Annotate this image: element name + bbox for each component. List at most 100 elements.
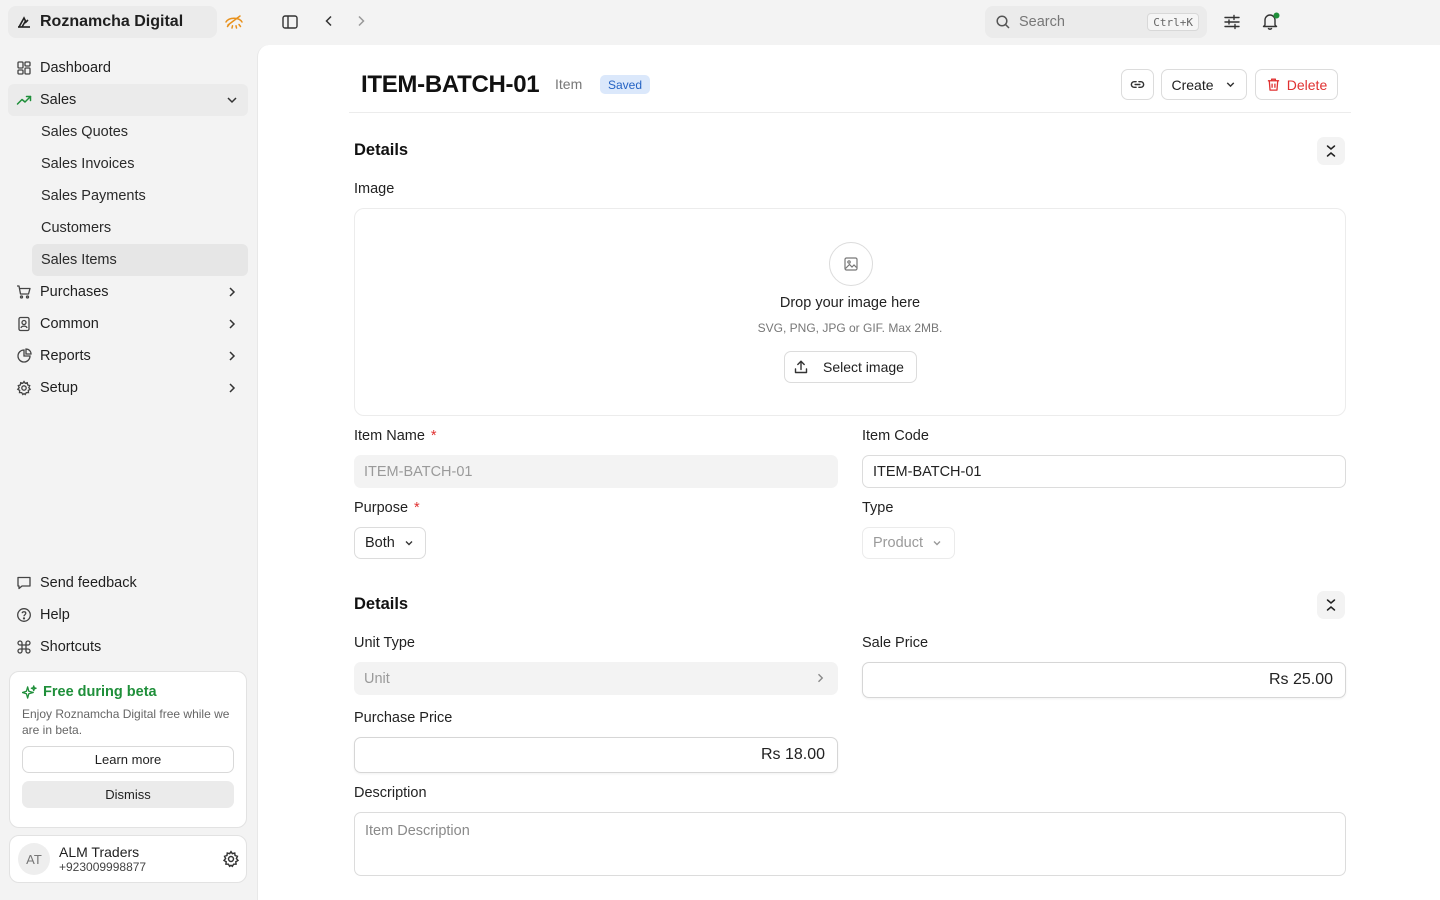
sidebar-subitem-sales-payments[interactable]: Sales Payments <box>32 180 248 212</box>
sidebar-item-dashboard[interactable]: Dashboard <box>8 52 248 84</box>
header-divider <box>349 112 1351 113</box>
drop-title: Drop your image here <box>779 295 921 311</box>
avatar: AT <box>18 843 50 875</box>
trash-icon <box>1267 78 1279 91</box>
search-placeholder: Search <box>1019 14 1065 30</box>
upload-icon <box>794 360 808 374</box>
help-label: Help <box>40 607 70 623</box>
chevron-right-icon <box>229 287 236 297</box>
sidebar-subitem-sales-invoices[interactable]: Sales Invoices <box>32 148 248 180</box>
pie-chart-icon <box>17 348 32 363</box>
image-dropzone[interactable]: Drop your image here SVG, PNG, JPG or GI… <box>354 208 1346 416</box>
sidebar-subitem-sales-items[interactable]: Sales Items <box>32 244 248 276</box>
purpose-label: Purpose * <box>354 500 420 516</box>
app-switcher[interactable]: Roznamcha Digital <box>8 6 217 38</box>
create-label: Create <box>1171 76 1214 93</box>
beta-title-text: Free during beta <box>43 684 157 700</box>
sidebar-toggle-icon[interactable] <box>281 13 299 31</box>
purchase-price-field[interactable]: Rs 18.00 <box>354 737 838 773</box>
details-section-title: Details <box>354 141 409 159</box>
eye-off-icon[interactable] <box>224 12 244 32</box>
beta-card: Free during beta Enjoy Roznamcha Digital… <box>9 671 247 828</box>
search-icon <box>996 15 1010 29</box>
copy-link-button[interactable] <box>1121 69 1154 100</box>
shortcuts-link[interactable]: Shortcuts <box>8 631 248 663</box>
dismiss-button[interactable]: Dismiss <box>22 781 234 808</box>
sidebar-item-label: Purchases <box>40 284 109 300</box>
help-link[interactable]: Help <box>8 599 248 631</box>
chevron-right-icon <box>229 351 236 361</box>
dashboard-grid-icon <box>17 61 31 75</box>
sales-subnav: Sales Quotes Sales Invoices Sales Paymen… <box>8 116 248 276</box>
delete-label: Delete <box>1286 76 1328 93</box>
sidebar-item-setup[interactable]: Setup <box>8 372 248 404</box>
unit-type-label: Unit Type <box>354 635 415 651</box>
contacts-book-icon <box>18 316 30 332</box>
type-value: Product <box>873 535 923 551</box>
chevron-right-icon <box>229 319 236 329</box>
link-icon <box>1130 80 1145 89</box>
account-info: ALM Traders +923009998877 <box>59 844 146 874</box>
select-image-label: Select image <box>823 359 904 375</box>
required-marker: * <box>414 500 420 516</box>
gear-icon <box>16 380 32 396</box>
description-label: Description <box>354 785 427 801</box>
sidebar-footer-links: Send feedback Help Shortcuts <box>8 567 248 663</box>
sale-price-field[interactable]: Rs 25.00 <box>862 662 1346 698</box>
message-icon <box>17 576 31 590</box>
learn-more-button[interactable]: Learn more <box>22 746 234 773</box>
command-icon <box>17 640 31 654</box>
app-name: Roznamcha Digital <box>40 13 184 30</box>
item-code-label: Item Code <box>862 428 929 444</box>
collapse-section-button-2[interactable] <box>1317 591 1345 619</box>
doc-type-label: Item <box>555 76 583 92</box>
required-marker: * <box>430 428 437 444</box>
chevron-down-icon <box>227 97 237 104</box>
delete-button[interactable]: Delete <box>1255 69 1338 100</box>
send-feedback-link[interactable]: Send feedback <box>8 567 248 599</box>
item-code-field[interactable]: ITEM-BATCH-01 <box>862 455 1346 488</box>
account-phone: +923009998877 <box>59 860 147 874</box>
brand-logo-icon <box>18 16 30 28</box>
sidebar-nav: Dashboard Sales Sales Quotes Sales Invoi… <box>8 52 248 404</box>
account-settings-icon[interactable] <box>222 850 240 868</box>
chevron-down-icon <box>405 541 413 546</box>
sidebar-subitem-customers[interactable]: Customers <box>32 212 248 244</box>
create-dropdown-button[interactable]: Create <box>1161 69 1247 100</box>
send-feedback-label: Send feedback <box>40 575 137 591</box>
details-section-title-2: Details <box>354 595 409 613</box>
type-label: Type <box>862 500 894 516</box>
item-name-field: ITEM-BATCH-01 <box>354 455 838 488</box>
type-select: Product <box>862 527 955 559</box>
chevron-down-icon <box>933 541 941 546</box>
drop-subtitle: SVG, PNG, JPG or GIF. Max 2MB. <box>757 321 943 335</box>
shortcuts-label: Shortcuts <box>40 639 102 655</box>
sidebar-item-purchases[interactable]: Purchases <box>8 276 248 308</box>
main-panel: ITEM-BATCH-01 Item Saved Create Delete D… <box>257 45 1440 900</box>
bell-icon[interactable] <box>1261 12 1280 30</box>
sliders-icon[interactable] <box>1223 13 1241 31</box>
description-textarea[interactable]: Item Description <box>354 812 1346 876</box>
sidebar-item-sales[interactable]: Sales <box>8 84 248 116</box>
back-arrow-icon[interactable] <box>321 13 337 29</box>
beta-title: Free during beta <box>22 684 234 700</box>
item-name-label-text: Item Name <box>354 428 425 444</box>
beta-text: Enjoy Roznamcha Digital free while we ar… <box>22 707 230 737</box>
sidebar-item-label: Sales <box>40 92 77 108</box>
collapse-section-button[interactable] <box>1317 137 1345 165</box>
purpose-select[interactable]: Both <box>354 527 426 559</box>
sidebar-item-reports[interactable]: Reports <box>8 340 248 372</box>
sidebar-subitem-sales-quotes[interactable]: Sales Quotes <box>32 116 248 148</box>
account-card[interactable]: AT ALM Traders +923009998877 <box>9 835 247 883</box>
account-name: ALM Traders <box>59 844 140 860</box>
chevron-down-icon <box>1226 82 1234 88</box>
search-input[interactable]: Search Ctrl+K <box>985 6 1207 38</box>
sidebar-item-common[interactable]: Common <box>8 308 248 340</box>
purchase-price-label: Purchase Price <box>354 710 453 726</box>
notification-dot-icon <box>1273 12 1280 19</box>
search-shortcut: Ctrl+K <box>1147 13 1199 31</box>
forward-arrow-icon[interactable] <box>353 13 369 29</box>
chevron-right-icon <box>818 673 824 683</box>
select-image-button[interactable]: Select image <box>784 351 917 383</box>
sidebar-item-label: Dashboard <box>40 60 111 76</box>
